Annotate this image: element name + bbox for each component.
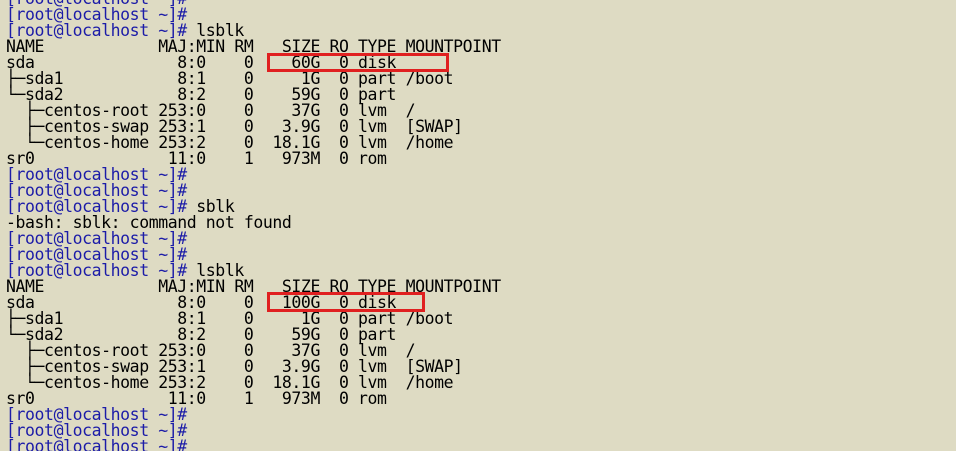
prompt-line: [root@localhost ~]# [6, 437, 501, 451]
terminal-window[interactable]: [root@localhost ~]#[root@localhost ~]#[r… [0, 0, 956, 451]
shell-prompt: [root@localhost ~]# [6, 437, 187, 451]
terminal-output: [root@localhost ~]#[root@localhost ~]#[r… [6, 0, 501, 451]
